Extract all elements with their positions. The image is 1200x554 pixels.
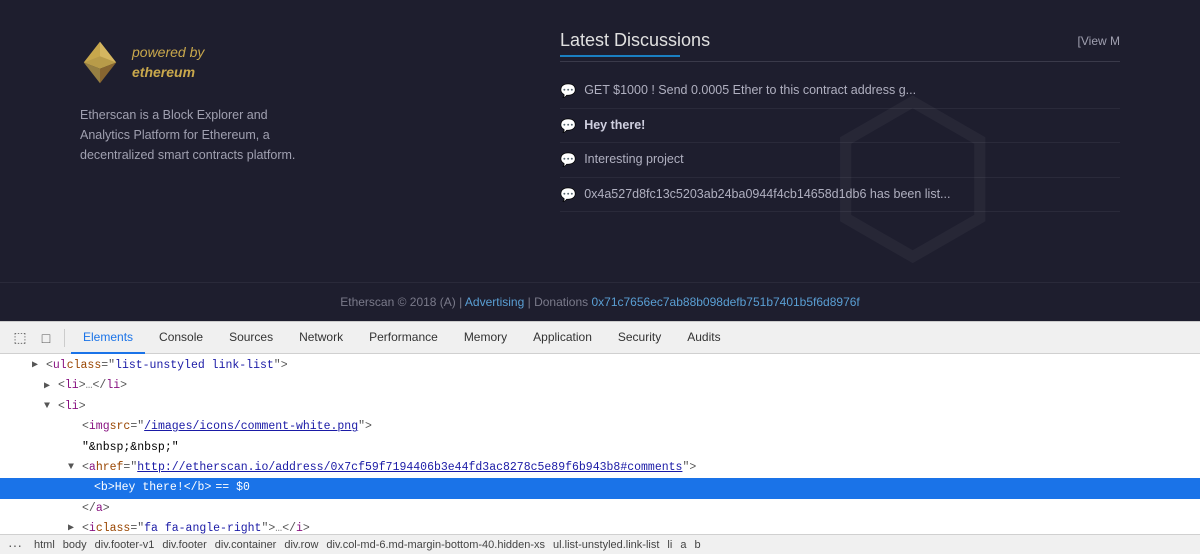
view-more-link[interactable]: [View M xyxy=(1078,34,1120,48)
logo-text: powered by ethereum xyxy=(132,43,204,82)
comment-icon-1: 💬 xyxy=(560,118,576,134)
tab-audits[interactable]: Audits xyxy=(675,322,732,354)
ethereum-logo-icon xyxy=(80,40,120,85)
discussion-text-0[interactable]: GET $1000 ! Send 0.0005 Ether to this co… xyxy=(584,82,916,100)
toggle-li-open[interactable] xyxy=(44,399,56,415)
discussions-divider xyxy=(560,61,1120,62)
discussion-text-2[interactable]: Interesting project xyxy=(584,151,683,169)
cursor-icon[interactable]: ⬚ xyxy=(8,326,32,350)
left-section: powered by ethereum Etherscan is a Block… xyxy=(80,30,320,252)
breadcrumb-html[interactable]: html xyxy=(30,539,59,551)
logo-area: powered by ethereum xyxy=(80,40,204,85)
discussion-item-2: 💬 Interesting project xyxy=(560,143,1120,178)
discussion-text-1[interactable]: Hey there! xyxy=(584,117,645,135)
comment-icon-2: 💬 xyxy=(560,152,576,168)
dom-selected-indicator: == $0 xyxy=(215,479,250,497)
toggle-li1[interactable] xyxy=(44,379,56,395)
code-line-img[interactable]: <img src="/images/icons/comment-white.pn… xyxy=(0,417,1200,437)
breadcrumb-div-footer[interactable]: div.footer xyxy=(158,539,210,551)
discussion-item-0: 💬 GET $1000 ! Send 0.0005 Ether to this … xyxy=(560,74,1120,109)
discussion-item-3: 💬 0x4a527d8fc13c5203ab24ba0944f4cb14658d… xyxy=(560,178,1120,213)
three-dots-icon[interactable]: ··· xyxy=(8,537,22,553)
discussions-title: Latest Discussions xyxy=(560,30,710,51)
code-line-b-hey[interactable]: <b> Hey there! </b> == $0 xyxy=(0,478,1200,498)
devtools-elements-panel: <ul class="list-unstyled link-list" > <l… xyxy=(0,354,1200,534)
website-content: powered by ethereum Etherscan is a Block… xyxy=(0,0,1200,282)
devtools-tab-bar: ⬚ □ Elements Console Sources Network Per… xyxy=(0,322,1200,354)
right-section: Latest Discussions [View M 💬 GET $1000 !… xyxy=(560,30,1120,252)
inspect-icon[interactable]: □ xyxy=(34,326,58,350)
devtools-breadcrumb: ··· html body div.footer-v1 div.footer d… xyxy=(0,534,1200,554)
discussion-text-3[interactable]: 0x4a527d8fc13c5203ab24ba0944f4cb14658d1d… xyxy=(584,186,950,204)
breadcrumb-div-container[interactable]: div.container xyxy=(211,539,281,551)
code-line-ul[interactable]: <ul class="list-unstyled link-list" > xyxy=(0,356,1200,376)
code-line-a-open[interactable]: <a href="http://etherscan.io/address/0x7… xyxy=(0,458,1200,478)
breadcrumb-ul[interactable]: ul.list-unstyled.link-list xyxy=(549,539,663,551)
toggle-ul[interactable] xyxy=(32,358,44,374)
footer-copyright: Etherscan © 2018 (A) | xyxy=(340,295,462,309)
tab-console[interactable]: Console xyxy=(147,322,215,354)
tab-performance[interactable]: Performance xyxy=(357,322,450,354)
tab-sources[interactable]: Sources xyxy=(217,322,285,354)
tab-application[interactable]: Application xyxy=(521,322,604,354)
tab-security[interactable]: Security xyxy=(606,322,673,354)
breadcrumb-b[interactable]: b xyxy=(690,539,704,551)
ethereum-text: ethereum xyxy=(132,63,204,83)
code-line-i[interactable]: <i class="fa fa-angle-right" > … </i> xyxy=(0,519,1200,534)
breadcrumb-div-footer-v1[interactable]: div.footer-v1 xyxy=(91,539,159,551)
code-line-li-1[interactable]: <li> … </li> xyxy=(0,376,1200,396)
discussions-header: Latest Discussions [View M xyxy=(560,30,1120,51)
tab-elements[interactable]: Elements xyxy=(71,322,145,354)
tab-separator xyxy=(64,329,65,347)
website-section: powered by ethereum Etherscan is a Block… xyxy=(0,0,1200,321)
discussions-underline xyxy=(560,55,680,57)
breadcrumb-div-row[interactable]: div.row xyxy=(280,539,322,551)
toggle-a[interactable] xyxy=(68,460,80,476)
site-description: Etherscan is a Block Explorer and Analyt… xyxy=(80,105,320,165)
breadcrumb-div-col[interactable]: div.col-md-6.md-margin-bottom-40.hidden-… xyxy=(322,539,549,551)
footer-donations: | Donations xyxy=(528,295,589,309)
breadcrumb-body[interactable]: body xyxy=(59,539,91,551)
devtools-section: ⬚ □ Elements Console Sources Network Per… xyxy=(0,321,1200,554)
code-line-nbsp[interactable]: "&nbsp;&nbsp;" xyxy=(0,438,1200,458)
breadcrumb-li[interactable]: li xyxy=(663,539,676,551)
breadcrumb-a[interactable]: a xyxy=(676,539,690,551)
code-line-li-open[interactable]: <li> xyxy=(0,397,1200,417)
eth-address-link[interactable]: 0x71c7656ec7ab88b098defb751b7401b5f6d897… xyxy=(591,295,859,309)
comment-icon-0: 💬 xyxy=(560,83,576,99)
tab-memory[interactable]: Memory xyxy=(452,322,519,354)
powered-by-text: powered by xyxy=(132,43,204,63)
discussion-item-1: 💬 Hey there! xyxy=(560,109,1120,144)
advertising-link[interactable]: Advertising xyxy=(465,295,524,309)
comment-icon-3: 💬 xyxy=(560,187,576,203)
toggle-i[interactable] xyxy=(68,521,80,534)
tab-network[interactable]: Network xyxy=(287,322,355,354)
code-line-a-close[interactable]: </a> xyxy=(0,499,1200,519)
website-footer: Etherscan © 2018 (A) | Advertising | Don… xyxy=(0,282,1200,321)
